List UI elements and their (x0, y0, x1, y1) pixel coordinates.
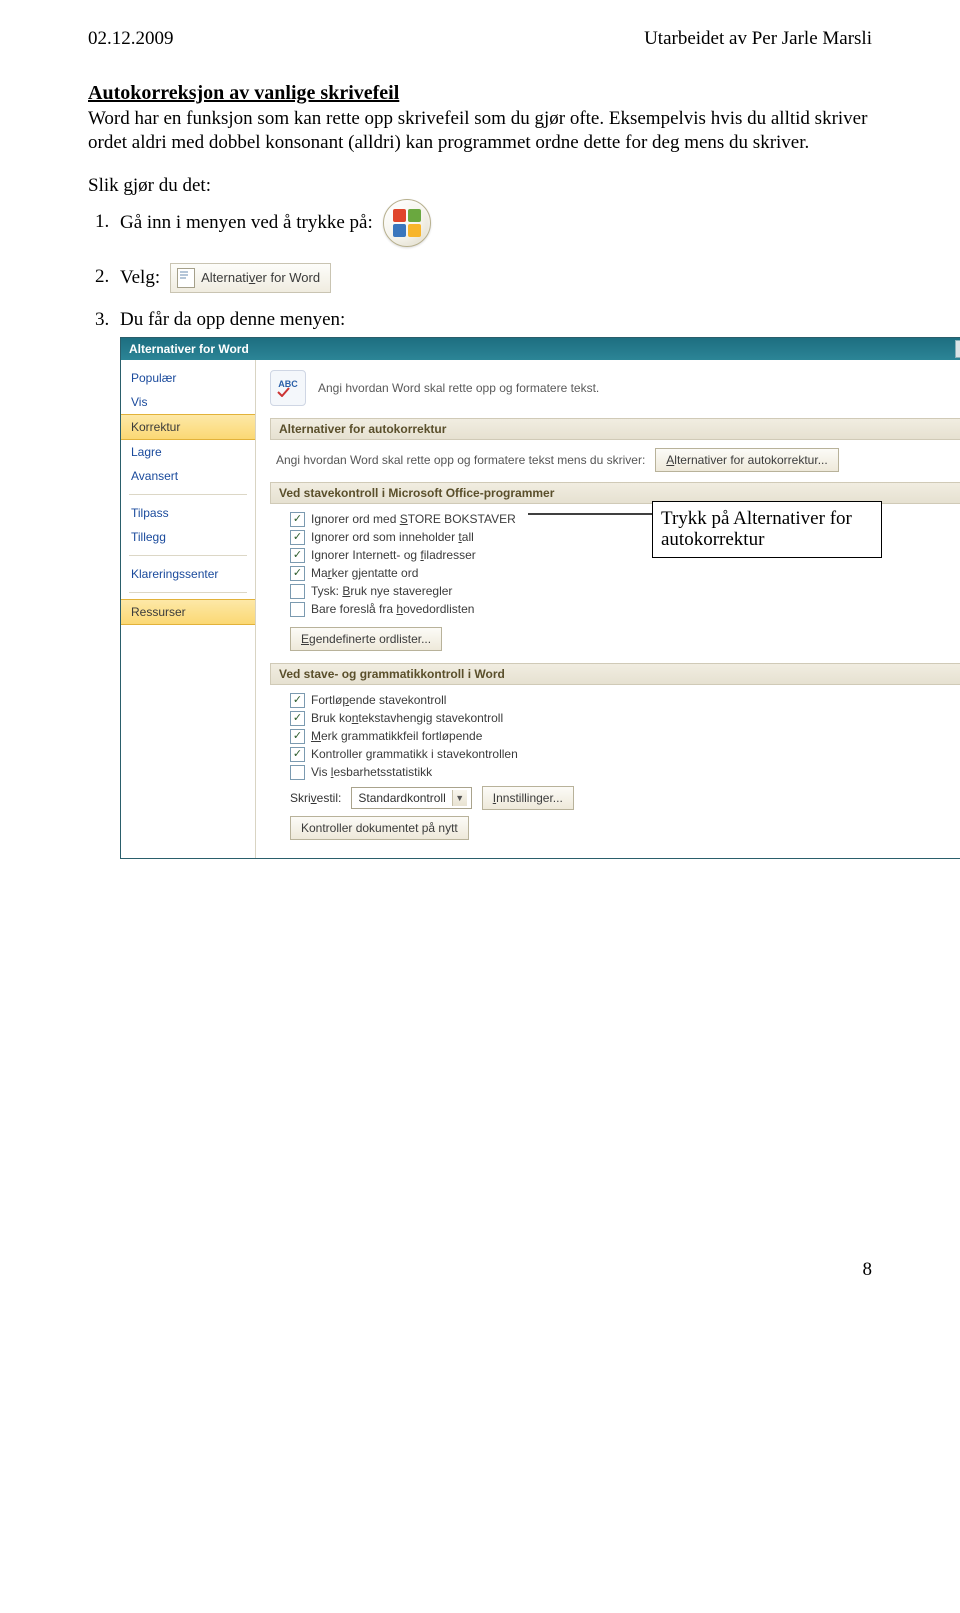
checkbox-label: Tysk: Bruk nye staveregler (311, 584, 452, 598)
checkbox-label: Marker gjentatte ord (311, 566, 418, 580)
word-options-dialog: Alternativer for Word ? × Populær Vis Ko… (120, 337, 960, 859)
checkbox-row[interactable]: Tysk: Bruk nye staveregler (290, 584, 960, 599)
step-1: Gå inn i menyen ved å trykke på: (114, 199, 872, 247)
abc-check-icon: ABC (270, 370, 306, 406)
sidebar-item-populaer[interactable]: Populær (121, 366, 255, 390)
checkbox-row[interactable]: Bare foreslå fra hovedordlisten (290, 602, 960, 617)
checkbox-icon[interactable] (290, 729, 305, 744)
section-stavekontroll-word: Ved stave- og grammatikkontroll i Word (270, 663, 960, 685)
recheck-button[interactable]: Kontroller dokumentet på nytt (290, 816, 469, 840)
step-3-text: Du får da opp denne menyen: (120, 309, 345, 330)
writing-style-value: Standardkontroll (358, 791, 445, 805)
checkbox-row[interactable]: Marker gjentatte ord (290, 566, 960, 581)
checkbox-icon[interactable] (290, 566, 305, 581)
header-date: 02.12.2009 (88, 28, 174, 50)
dialog-intro-text: Angi hvordan Word skal rette opp og form… (318, 381, 599, 395)
word-options-label: Alternativer for Word (201, 270, 320, 285)
checkbox-label: Fortløpende stavekontroll (311, 693, 446, 707)
autokorrektur-options-button[interactable]: Alternativer for autokorrektur... (655, 448, 838, 472)
page-number: 8 (88, 1259, 872, 1281)
sidebar-item-lagre[interactable]: Lagre (121, 440, 255, 464)
sidebar-item-tilpass[interactable]: Tilpass (121, 501, 255, 525)
step-1-text: Gå inn i menyen ved å trykke på: (120, 212, 373, 234)
checkbox-row[interactable]: Bruk kontekstavhengig stavekontroll (290, 711, 960, 726)
checkbox-icon[interactable] (290, 711, 305, 726)
checkbox-row[interactable]: Kontroller grammatikk i stavekontrollen (290, 747, 960, 762)
checkbox-row[interactable]: Vis lesbarhetsstatistikk (290, 765, 960, 780)
checkbox-label: Merk grammatikkfeil fortløpende (311, 729, 482, 743)
steps-heading: Slik gjør du det: (88, 175, 872, 197)
checkbox-icon[interactable] (290, 693, 305, 708)
callout-box: Trykk på Alternativer for autokorrektur (652, 501, 882, 559)
sidebar-item-klarering[interactable]: Klareringssenter (121, 562, 255, 586)
checkbox-icon[interactable] (290, 765, 305, 780)
word-options-button[interactable]: Alternativer for Word (170, 263, 331, 293)
sidebar-item-korrektur[interactable]: Korrektur (121, 414, 255, 440)
dialog-titlebar: Alternativer for Word ? × (121, 338, 960, 360)
checkbox-label: Vis lesbarhetsstatistikk (311, 765, 432, 779)
custom-dictionaries-button[interactable]: Egendefinerte ordlister... (290, 627, 442, 651)
checkbox-icon[interactable] (290, 747, 305, 762)
office-button-icon[interactable] (383, 199, 431, 247)
sidebar-item-tillegg[interactable]: Tillegg (121, 525, 255, 549)
callout-arrow-line (528, 513, 670, 515)
checkbox-icon[interactable] (290, 530, 305, 545)
checkbox-label: Ignorer ord med STORE BOKSTAVER (311, 512, 516, 526)
settings-button[interactable]: Innstillinger... (482, 786, 574, 810)
section-autokorrektur: Alternativer for autokorrektur (270, 418, 960, 440)
sec1-row-text: Angi hvordan Word skal rette opp og form… (276, 453, 645, 467)
step-2-text: Velg: (120, 267, 160, 289)
checkbox-row[interactable]: Merk grammatikkfeil fortløpende (290, 729, 960, 744)
checkbox-label: Ignorer Internett- og filadresser (311, 548, 476, 562)
help-button[interactable]: ? (955, 340, 960, 358)
step-2: Velg: Alternativer for Word (114, 263, 872, 293)
checkbox-icon[interactable] (290, 584, 305, 599)
writing-style-select[interactable]: Standardkontroll ▼ (351, 787, 471, 809)
sidebar-item-ressurser[interactable]: Ressurser (121, 599, 255, 625)
checkbox-row[interactable]: Fortløpende stavekontroll (290, 693, 960, 708)
dialog-main: ABC Angi hvordan Word skal rette opp og … (256, 360, 960, 858)
checkbox-icon[interactable] (290, 548, 305, 563)
sidebar-item-vis[interactable]: Vis (121, 390, 255, 414)
checkbox-label: Kontroller grammatikk i stavekontrollen (311, 747, 518, 761)
header-author: Utarbeidet av Per Jarle Marsli (644, 28, 872, 50)
checkbox-label: Ignorer ord som inneholder tall (311, 530, 474, 544)
checkbox-icon[interactable] (290, 602, 305, 617)
document-icon (177, 268, 195, 288)
sidebar-item-avansert[interactable]: Avansert (121, 464, 255, 488)
dialog-title: Alternativer for Word (129, 342, 249, 356)
dialog-sidebar: Populær Vis Korrektur Lagre Avansert Til… (121, 360, 256, 858)
intro-paragraph: Word har en funksjon som kan rette opp s… (88, 107, 872, 155)
checkbox-icon[interactable] (290, 512, 305, 527)
checkbox-label: Bruk kontekstavhengig stavekontroll (311, 711, 503, 725)
page-title: Autokorreksjon av vanlige skrivefeil (88, 82, 872, 105)
checkbox-label: Bare foreslå fra hovedordlisten (311, 602, 474, 616)
chevron-down-icon: ▼ (452, 790, 467, 806)
step-3: Du får da opp denne menyen: Alternativer… (114, 309, 872, 859)
writing-style-label: Skrivestil: (290, 791, 341, 805)
